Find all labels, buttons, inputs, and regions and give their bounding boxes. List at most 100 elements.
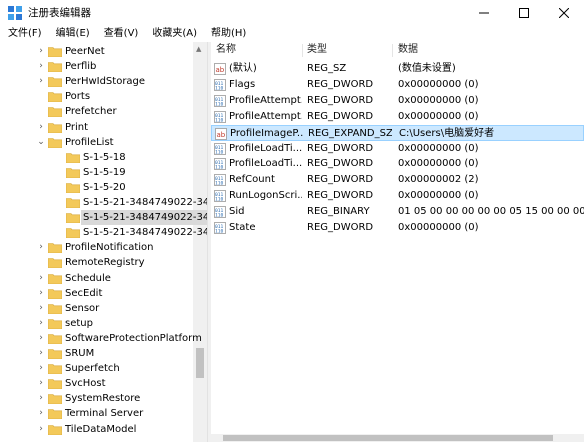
binary-value-icon: 011 110 (214, 222, 226, 235)
chevron-right-icon[interactable]: › (36, 44, 46, 59)
tree-node[interactable]: › ProfileNotification (0, 240, 193, 255)
value-row[interactable]: 011 110 ProfileLoadTi... REG_DWORD 0x0000000… (211, 141, 584, 157)
string-value-icon: ab (215, 127, 227, 140)
value-row[interactable]: 011 110 ProfileLoadTi... REG_DWORD 0x0000000… (211, 156, 584, 172)
tree-node[interactable]: S-1-5-21-3484749022-345 (0, 210, 207, 226)
chevron-right-icon[interactable]: › (36, 316, 46, 331)
chevron-right-icon[interactable]: › (36, 301, 46, 316)
value-row[interactable]: ab (默认) REG_SZ (数值未设置) (211, 61, 584, 77)
tree-node-label: Perflib (65, 61, 97, 73)
tree-node-label: RemoteRegistry (65, 257, 145, 269)
values-horizontal-scrollbar[interactable] (211, 434, 584, 442)
column-header-name[interactable]: 名称 (216, 42, 236, 58)
tree-node[interactable]: S-1-5-20 (0, 180, 193, 195)
column-header-data[interactable]: 数据 (398, 42, 418, 58)
chevron-right-icon[interactable]: › (36, 74, 46, 89)
chevron-right-icon[interactable]: › (36, 271, 46, 286)
value-row[interactable]: 011 110 Sid REG_BINARY 01 05 00 00 00 00 00 … (211, 204, 584, 220)
chevron-right-icon[interactable]: › (36, 120, 46, 135)
tree-node[interactable]: › PeerNet (0, 44, 193, 59)
tree-node[interactable]: › setup (0, 316, 193, 331)
value-data: 0x00000000 (0) (398, 222, 479, 233)
tree-node[interactable]: › Sensor (0, 301, 193, 316)
folder-icon (65, 167, 81, 179)
value-name: ProfileAttempt... (229, 110, 302, 122)
value-row[interactable]: 011 110 RefCount REG_DWORD 0x00000002 (2) (211, 172, 584, 188)
folder-icon (47, 318, 63, 330)
chevron-right-icon[interactable]: › (36, 422, 46, 437)
tree-node[interactable]: Ports (0, 89, 193, 104)
folder-icon (47, 242, 63, 254)
tree-node-label: SoftwareProtectionPlatform (65, 332, 202, 344)
folder-icon (47, 273, 63, 284)
values-scroll-thumb[interactable] (223, 435, 553, 441)
value-name: (默认) (229, 63, 257, 74)
tree-node[interactable]: Prefetcher (0, 104, 193, 119)
binary-value-icon: 011 110 (214, 78, 226, 91)
value-name: State (229, 222, 256, 233)
menu-help[interactable]: 帮助(H) (203, 26, 252, 42)
minimize-icon (479, 12, 489, 14)
value-type: REG_EXPAND_SZ (308, 127, 392, 139)
menu-edit[interactable]: 编辑(E) (48, 26, 96, 42)
chevron-right-icon[interactable]: › (36, 361, 46, 376)
chevron-right-icon[interactable]: › (36, 286, 46, 301)
tree-node-label: S-1-5-21-3484749022-345 (81, 210, 207, 226)
value-row[interactable]: 011 110 RunLogonScri... REG_DWORD 0x00000000… (211, 188, 584, 204)
menu-file[interactable]: 文件(F) (0, 26, 48, 42)
tree-node[interactable]: › SystemRestore (0, 391, 193, 406)
value-row[interactable]: 011 110 State REG_DWORD 0x00000000 (0) (211, 220, 584, 236)
tree-node[interactable]: › Schedule (0, 271, 193, 286)
tree-node[interactable]: › Superfetch (0, 361, 193, 376)
folder-icon (47, 333, 63, 345)
tree-node[interactable]: › TileDataModel (0, 422, 193, 437)
tree-scroll-thumb[interactable] (196, 348, 204, 378)
column-header-type[interactable]: 类型 (307, 42, 327, 58)
chevron-right-icon[interactable]: › (36, 59, 46, 74)
value-row[interactable]: 011110ProfileAttempt... REG_DWORD 0x000000… (211, 109, 584, 125)
menu-view[interactable]: 查看(V) (96, 26, 145, 42)
value-row[interactable]: ab ProfileImageP... REG_EXPAND_SZ C:\Users\… (211, 124, 584, 141)
scroll-up-icon[interactable]: ▲ (196, 45, 201, 53)
tree-node[interactable]: › SRUM (0, 346, 193, 361)
chevron-right-icon[interactable]: › (36, 391, 46, 406)
folder-icon (65, 152, 81, 163)
value-row[interactable]: 011 110 Flags REG_DWORD 0x00000000 (0) (211, 77, 584, 93)
tree-node[interactable]: › SecEdit (0, 286, 193, 301)
value-data: 0x00000000 (0) (398, 110, 479, 122)
chevron-right-icon[interactable]: › (36, 376, 46, 391)
chevron-right-icon[interactable]: › (36, 346, 46, 361)
tree-node[interactable]: › SoftwareProtectionPlatform (0, 331, 202, 346)
maximize-button[interactable] (504, 0, 544, 26)
tree-node[interactable]: RemoteRegistry (0, 255, 193, 270)
chevron-down-icon[interactable]: ⌄ (36, 135, 46, 150)
minimize-button[interactable] (464, 0, 504, 26)
tree-node[interactable]: › Perflib (0, 59, 193, 74)
column-divider[interactable] (392, 44, 393, 57)
chevron-right-icon[interactable]: › (36, 240, 46, 255)
binary-value-icon: 011 110 (214, 206, 226, 219)
binary-value-icon: 011 110 (214, 142, 226, 155)
tree-node[interactable]: S-1-5-21-3484749022-345 (0, 225, 207, 240)
menu-favorites[interactable]: 收藏夹(A) (144, 26, 203, 42)
value-name: Sid (229, 206, 245, 218)
tree-node[interactable]: › PerHwIdStorage (0, 74, 193, 89)
tree-node[interactable]: S-1-5-18 (0, 150, 193, 165)
tree-node[interactable]: S-1-5-21-3484749022-345 (0, 195, 207, 210)
chevron-right-icon[interactable]: › (36, 331, 46, 346)
tree-node[interactable]: ⌄ ProfileList (0, 135, 193, 150)
tree-node[interactable]: › Terminal Server (0, 406, 193, 421)
value-row[interactable]: 011110ProfileAttempt... REG_DWORD 0x000000… (211, 93, 584, 109)
close-button[interactable] (544, 0, 584, 26)
chevron-right-icon[interactable]: › (36, 406, 46, 421)
tree-node[interactable]: S-1-5-19 (0, 165, 193, 180)
tree-node-label: SecEdit (65, 287, 103, 299)
tree-node-label: TileDataModel (65, 423, 137, 435)
folder-icon (65, 197, 81, 209)
tree-vertical-scrollbar[interactable]: ▲ (193, 42, 207, 442)
tree-node[interactable]: › Print (0, 120, 193, 135)
column-divider[interactable] (302, 44, 303, 57)
tree-node[interactable]: › SvcHost (0, 376, 193, 391)
